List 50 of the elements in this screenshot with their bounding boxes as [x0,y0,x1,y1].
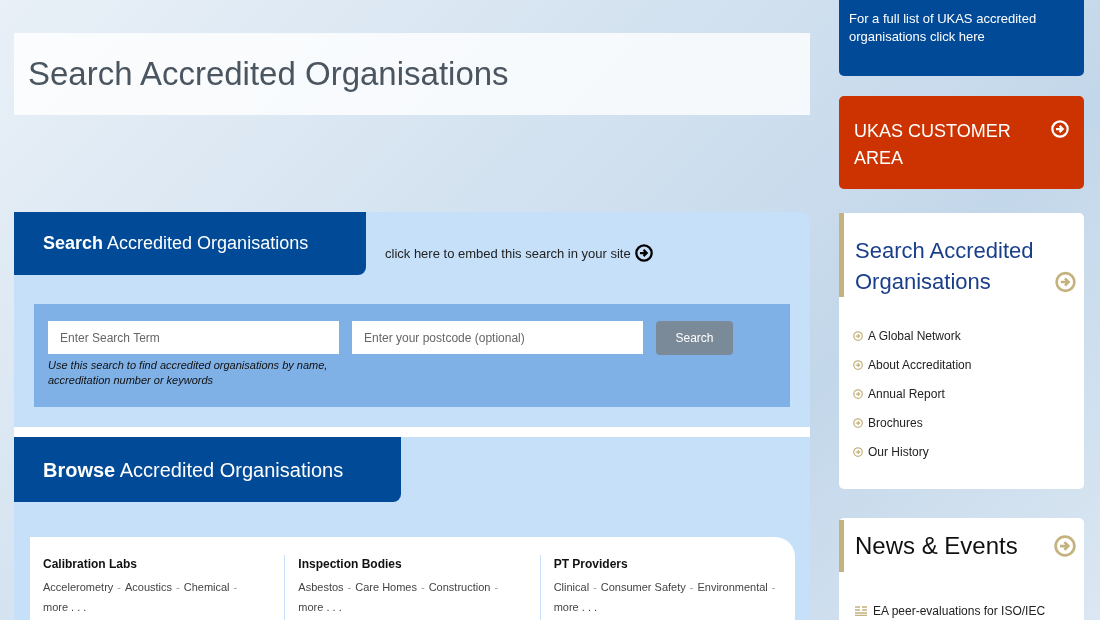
separator-dash: - [117,580,121,595]
more-link[interactable]: more . . . [553,598,782,615]
arrow-circle-icon [634,244,653,263]
sidebar-link[interactable]: Brochures [868,414,923,432]
more-link[interactable]: more . . . [43,598,272,615]
sidebar-link[interactable]: Annual Report [868,385,945,403]
category-topic-link[interactable]: Consumer Safety [600,579,686,596]
category-topic-link[interactable]: Acoustics [124,579,173,596]
category-topic-link[interactable]: Chemical [183,579,230,596]
news-item-link[interactable]: EA peer-evaluations for ISO/IEC [873,602,1046,620]
full-list-link[interactable]: For a full list of UKAS accredited organisations click here [839,0,1084,76]
category-topic-link[interactable]: Construction [428,579,491,596]
category-topic-link[interactable]: Care Homes [355,579,417,596]
separator-dash: - [771,580,776,595]
separator-dash: - [421,580,425,595]
arrow-circle-icon [1051,120,1069,138]
search-term-field[interactable]: Enter Search Term [48,321,339,354]
arrow-circle-icon [853,331,863,341]
arrow-circle-icon [1054,535,1076,557]
card-title: Search Accredited Organisations [855,237,1035,296]
separator-dash: - [176,580,180,595]
search-button[interactable]: Search [656,321,733,355]
category-title[interactable]: PT Providers [553,555,782,573]
more-link[interactable]: more . . . [298,598,527,615]
postcode-field[interactable]: Enter your postcode (optional) [352,321,643,354]
page-title: Search Accredited Organisations [28,54,509,95]
arrow-circle-icon [1055,271,1076,293]
sidebar-link[interactable]: About Accreditation [868,356,972,374]
arrow-circle-icon [853,418,863,428]
separator-dash: - [233,580,238,595]
sidebar-link[interactable]: Our History [868,443,929,461]
embed-search-link[interactable]: click here to embed this search in your site [385,243,631,263]
separator-dash: - [689,580,694,595]
search-hint: Use this search to find accredited organisations by name, accreditation number or keywords [48,358,329,388]
arrow-circle-icon [853,360,863,370]
category-topic-link[interactable]: Asbestos [298,579,344,596]
arrow-circle-icon [853,447,863,457]
customer-area-button[interactable]: UKAS CUSTOMER AREA [839,96,1084,189]
news-list-icon [855,606,867,616]
category-topic-link[interactable]: Clinical [553,579,590,596]
arrow-circle-icon [853,389,863,399]
category-title[interactable]: Calibration Labs [43,555,272,573]
separator-dash: - [593,580,597,595]
category-title[interactable]: Inspection Bodies [298,555,527,573]
sidebar-link[interactable]: A Global Network [868,327,961,345]
separator-dash: - [347,580,352,595]
category-topic-link[interactable]: Environmental [697,579,768,596]
category-topic-link[interactable]: Accelerometry [43,579,114,596]
separator-dash: - [494,580,499,595]
card-title: News & Events [855,531,1018,561]
